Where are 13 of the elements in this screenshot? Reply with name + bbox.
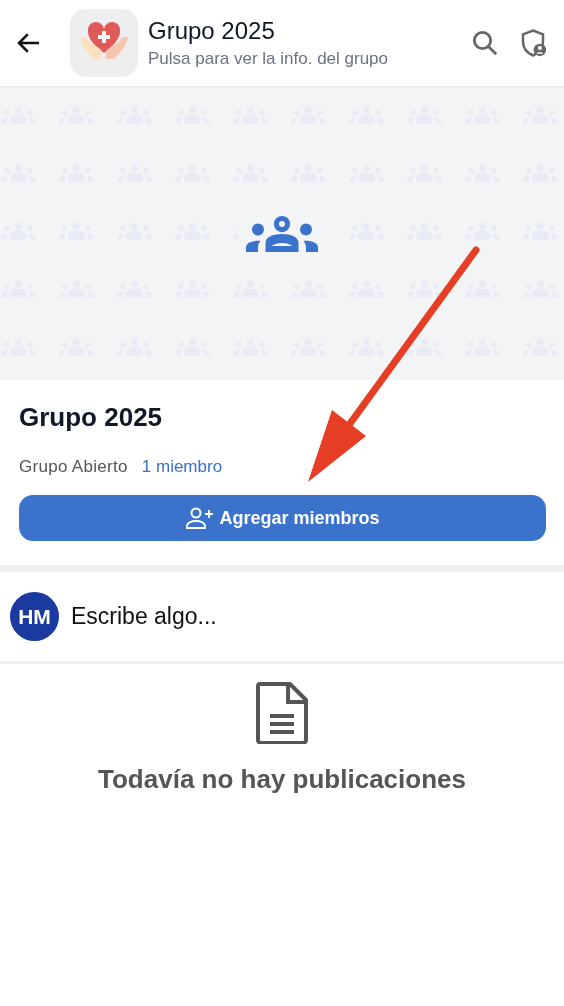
person-plus-icon [185,506,216,530]
group-icon [246,216,318,252]
document-icon [256,682,308,744]
user-avatar: HM [10,592,59,641]
group-name: Grupo 2025 [19,402,164,433]
header-title: Grupo 2025 [148,17,276,45]
empty-state-message: Todavía no hay publicaciones [98,764,466,795]
group-type: Grupo Abierto [19,457,128,477]
members-link[interactable]: 1 miembro [141,457,223,477]
group-logo-icon [70,9,138,77]
post-input-field[interactable]: Escribe algo... [71,603,554,630]
add-members-button[interactable]: Agregar miembros [19,495,546,541]
header-subtitle: Pulsa para ver la info. del grupo [148,49,390,69]
